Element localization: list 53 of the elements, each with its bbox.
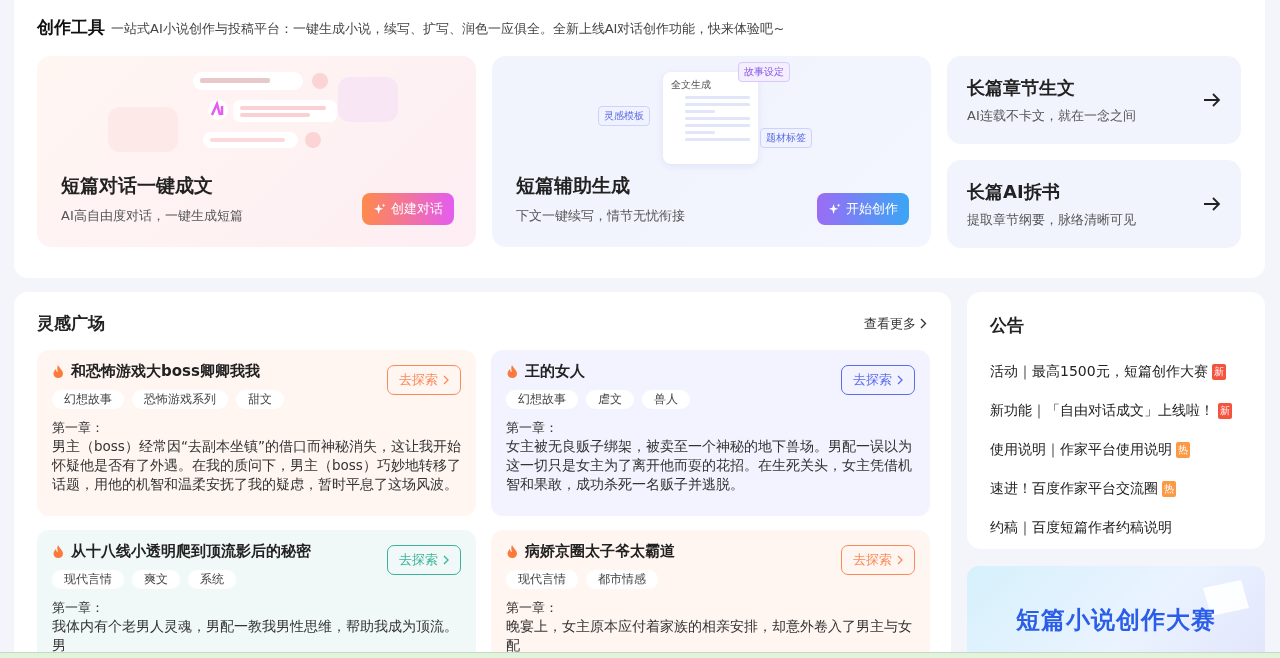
chapter-label: 第一章： (52, 419, 105, 437)
story-title: 从十八线小透明爬到顶流影后的秘密 (71, 542, 311, 561)
genre-tag: 虐文 (586, 390, 634, 409)
story-title: 王的女人 (525, 362, 585, 381)
genre-tag: 现代言情 (506, 570, 578, 589)
status-badge: 热 (1176, 441, 1190, 458)
genre-tag: 都市情感 (586, 570, 658, 589)
card-title: 短篇对话一键成文 (61, 173, 214, 198)
genre-tag: 现代言情 (52, 570, 124, 589)
genre-tag: 恐怖游戏系列 (132, 390, 228, 409)
genre-tag: 兽人 (642, 390, 690, 409)
feature-card[interactable]: 短篇对话一键成文 AI高自由度对话，一键生成短篇 创建对话 (37, 56, 476, 247)
contest-banner[interactable]: 短篇小说创作大赛 (967, 566, 1265, 652)
announcement-link[interactable]: 活动｜最高1500元，短篇创作大赛 (990, 362, 1208, 381)
story-excerpt: 女主被无良贩子绑架，被卖至一个神秘的地下兽场。男配一误以为这一切只是女主为了离开他而耍的花招。在生死关头，女主凭借机智和果敢，成功杀死一名贩子并逃脱。 (506, 437, 913, 494)
card-description: AI连载不卡文，就在一念之间 (967, 106, 1136, 125)
genre-tag: 爽文 (132, 570, 180, 589)
status-badge: 热 (1162, 480, 1176, 497)
more-link[interactable]: 查看更多 (864, 314, 927, 333)
chapter-label: 第一章： (52, 599, 105, 617)
genre-tag: 幻想故事 (506, 390, 578, 409)
card-description: 提取章节纲要，脉络清晰可见 (967, 210, 1136, 229)
announcement-link[interactable]: 使用说明｜作家平台使用说明 (990, 440, 1172, 459)
section-title: 创作工具 (37, 16, 105, 39)
announcement-link[interactable]: 约稿｜百度短篇作者约稿说明 (990, 518, 1172, 537)
section-title: 公告 (990, 314, 1025, 337)
banner-title: 短篇小说创作大赛 (1016, 605, 1216, 636)
chapter-label: 第一章： (506, 599, 559, 617)
card-title: 短篇辅助生成 (516, 173, 631, 198)
announcement-link[interactable]: 新功能｜「自由对话成文」上线啦！ (990, 401, 1214, 420)
outline-illustration-drawing: 全文生成 故事设定 灵感模板 题材标签 (597, 62, 828, 167)
story-title: 病娇京圈太子爷太霸道 (525, 542, 675, 561)
story-excerpt: 男主（boss）经常因“去副本坐镇”的借口而神秘消失，这让我开始怀疑他是否有了外遇。在我的质问下，男主（boss）巧妙地转移了话题，用他的机智和温柔安抚了我的疑虑，暂时平息了这场风波。 (52, 437, 461, 494)
feature-card[interactable]: 长篇章节生文 AI连载不卡文，就在一念之间 (947, 56, 1241, 144)
story-excerpt: 我体内有个老男人灵魂，男配一教我男性思维，帮助我成为顶流。男 (52, 617, 459, 655)
card-description: AI高自由度对话，一键生成短篇 (61, 207, 243, 225)
card-title: 长篇章节生文 (967, 75, 1076, 100)
announcement-link[interactable]: 速进！百度作家平台交流圈 (990, 479, 1158, 498)
chapter-label: 第一章： (506, 419, 559, 437)
section-title: 灵感广场 (37, 312, 105, 335)
story-title: 和恐怖游戏大boss卿卿我我 (71, 362, 260, 381)
story-excerpt: 晚宴上，女主原本应付着家族的相亲安排，却意外卷入了男主与女配 (506, 617, 913, 655)
genre-tag: 幻想故事 (52, 390, 124, 409)
status-badge: 新 (1211, 363, 1226, 380)
genre-tag: 系统 (188, 570, 236, 589)
card-description: 下文一键续写，情节无忧衔接 (516, 207, 685, 225)
status-badge: 新 (1218, 402, 1232, 419)
genre-tag: 甜文 (236, 390, 284, 409)
card-title: 长篇AI拆书 (967, 179, 1061, 204)
explore-button[interactable]: 去探索 (841, 365, 915, 395)
section-subtitle: 一站式AI小说创作与投稿平台：一键生成小说，续写、扩写、润色一应俱全。全新上线AI对话创作功能，快来体验吧~ (111, 20, 785, 38)
feature-card[interactable]: 全文生成 故事设定 灵感模板 题材标签 短篇辅助生成 下文一键续写，情节无忧衔接 开始创作 (492, 56, 931, 247)
feature-card[interactable]: 长篇AI拆书 提取章节纲要，脉络清晰可见 (947, 160, 1241, 248)
